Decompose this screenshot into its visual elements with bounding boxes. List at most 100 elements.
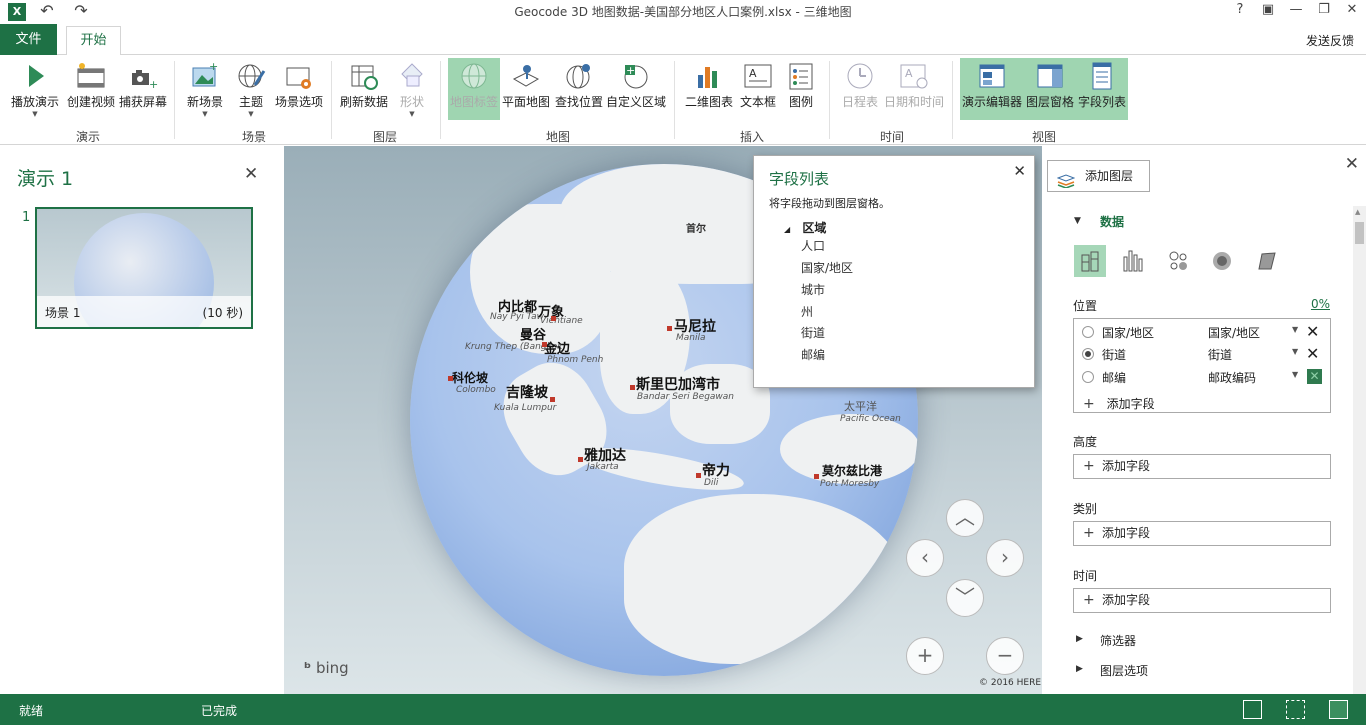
dropdown-arrow-icon[interactable]: ▼ <box>1292 325 1298 334</box>
clustered-column-icon[interactable] <box>1118 245 1150 277</box>
expand-triangle-icon[interactable]: ▼ <box>1074 216 1081 226</box>
theme-button[interactable]: 主题 ▼ <box>232 58 270 120</box>
location-type-select[interactable]: 国家/地区 <box>1208 324 1260 341</box>
new-scene-icon: + <box>190 60 220 91</box>
expand-triangle-icon[interactable]: ▶ <box>1076 664 1083 674</box>
tab-file[interactable]: 文件 <box>0 24 57 55</box>
camera-icon: + <box>128 61 158 91</box>
zoom-in-button[interactable]: + <box>906 637 944 675</box>
timeline-button[interactable]: 日程表 <box>840 58 880 120</box>
map-labels-button[interactable]: 地图标签 <box>448 58 500 120</box>
date-time-button[interactable]: A 日期和时间 <box>884 58 944 120</box>
flat-map-button[interactable]: 平面地图 <box>500 58 552 120</box>
city-marker <box>448 376 453 381</box>
scene-thumbnail[interactable]: 场景 1 (10 秒) <box>35 207 253 329</box>
fullscreen-button[interactable]: ▣ <box>1257 2 1279 22</box>
layer-view-icon[interactable] <box>1243 700 1262 719</box>
layer-pane-button[interactable]: 图层窗格 <box>1024 58 1076 120</box>
add-time-field[interactable]: + 添加字段 <box>1073 588 1331 613</box>
add-layer-button[interactable]: 添加图层 <box>1047 160 1150 192</box>
group-label-map: 地图 <box>545 130 570 144</box>
play-tour-button[interactable]: 播放演示 ▼ <box>8 58 62 120</box>
tour-title: 演示 1 <box>17 168 74 190</box>
location-radio[interactable] <box>1082 348 1094 360</box>
shapes-button[interactable]: 形状 ▼ <box>394 58 430 120</box>
tilt-up-button[interactable]: ︿ <box>946 499 984 537</box>
location-row[interactable]: 国家/地区 国家/地区 ▼ ✕ <box>1074 321 1330 343</box>
layer-pane: ✕ 添加图层 ▲ ▼ 数据 位置 0% 国家/地区 国家/地区 ▼ ✕ 街道 街… <box>1042 146 1366 694</box>
close-window-button[interactable]: ✕ <box>1341 2 1363 22</box>
add-height-field[interactable]: + 添加字段 <box>1073 454 1331 479</box>
restore-button[interactable]: ❐ <box>1313 2 1335 22</box>
rotate-right-button[interactable]: › <box>986 539 1024 577</box>
fullscreen-icon[interactable] <box>1329 700 1348 719</box>
category-label: 类别 <box>1073 502 1098 516</box>
refresh-icon <box>349 61 379 91</box>
location-radio[interactable] <box>1082 371 1094 383</box>
feedback-button[interactable]: 发送反馈 <box>1306 32 1354 49</box>
group-separator <box>952 61 953 139</box>
remove-field-icon[interactable]: ✕ <box>1306 322 1319 341</box>
layer-pane-scrollbar[interactable]: ▲ <box>1353 206 1366 694</box>
create-video-button[interactable]: 创建视频 <box>64 58 118 120</box>
close-icon[interactable]: ✕ <box>1013 162 1026 180</box>
status-ready: 就绪 <box>19 704 44 718</box>
zoom-out-button[interactable]: − <box>986 637 1024 675</box>
region-icon[interactable] <box>1250 245 1282 277</box>
field-item[interactable]: 城市 <box>801 281 825 298</box>
dropdown-arrow-icon[interactable]: ▼ <box>1292 370 1298 379</box>
dropdown-arrow-icon[interactable]: ▼ <box>1292 347 1298 356</box>
field-item[interactable]: 国家/地区 <box>801 259 853 276</box>
dropdown-arrow-icon: ▼ <box>202 110 208 118</box>
city-marker <box>550 397 555 402</box>
custom-region-button[interactable]: + 自定义区域 <box>605 58 667 120</box>
remove-field-icon[interactable]: ✕ <box>1306 344 1319 363</box>
scene-duration: (10 秒) <box>202 306 243 320</box>
rotate-left-button[interactable]: ‹ <box>906 539 944 577</box>
tab-home[interactable]: 开始 <box>66 26 121 56</box>
screen-fit-icon[interactable] <box>1286 700 1305 719</box>
data-section-title[interactable]: 数据 <box>1100 213 1124 230</box>
svg-text:A: A <box>749 67 757 80</box>
field-item[interactable]: 州 <box>801 303 813 320</box>
field-item[interactable]: 邮编 <box>801 346 825 363</box>
close-icon[interactable]: ✕ <box>244 164 258 184</box>
new-scene-button[interactable]: + 新场景 ▼ <box>182 58 228 120</box>
add-location-field[interactable]: + 添加字段 <box>1083 395 1155 412</box>
scroll-thumb[interactable] <box>1355 222 1364 244</box>
location-row[interactable]: 邮编 邮政编码 ▼ ✕ <box>1074 366 1330 388</box>
stacked-column-icon[interactable] <box>1074 245 1106 277</box>
bing-icon: ᵇ <box>304 659 312 677</box>
textbox-button[interactable]: A 文本框 <box>738 58 778 120</box>
field-list-button[interactable]: 字段列表 <box>1076 58 1128 120</box>
2d-chart-button[interactable]: 二维图表 <box>683 58 735 120</box>
scroll-up-icon[interactable]: ▲ <box>1355 208 1360 216</box>
location-type-select[interactable]: 街道 <box>1208 346 1232 363</box>
field-item[interactable]: 人口 <box>801 237 825 254</box>
legend-button[interactable]: 图例 <box>784 58 818 120</box>
expand-triangle-icon[interactable]: ▶ <box>1076 634 1083 644</box>
tour-editor-button[interactable]: 演示编辑器 <box>960 58 1024 120</box>
location-type-select[interactable]: 邮政编码 <box>1208 369 1256 386</box>
field-group-region[interactable]: ◢ 区域 <box>784 219 826 236</box>
refresh-data-button[interactable]: 刷新数据 <box>338 58 390 120</box>
close-icon[interactable]: ✕ <box>1345 154 1359 174</box>
add-category-field[interactable]: + 添加字段 <box>1073 521 1331 546</box>
legend-icon <box>786 61 816 91</box>
location-row[interactable]: 街道 街道 ▼ ✕ <box>1074 343 1330 365</box>
scene-options-button[interactable]: 场景选项 <box>272 58 326 120</box>
layer-options-section[interactable]: 图层选项 <box>1100 662 1148 679</box>
capture-screen-button[interactable]: + 捕获屏幕 <box>117 58 169 120</box>
minimize-button[interactable]: — <box>1285 2 1307 22</box>
help-button[interactable]: ? <box>1229 2 1251 22</box>
remove-field-icon[interactable]: ✕ <box>1307 369 1322 384</box>
tilt-down-button[interactable]: ﹀ <box>946 579 984 617</box>
bubble-icon[interactable] <box>1162 245 1194 277</box>
field-item[interactable]: 街道 <box>801 324 825 341</box>
dropdown-arrow-icon: ▼ <box>409 110 415 118</box>
location-match-percent[interactable]: 0% <box>1311 297 1330 311</box>
heatmap-icon[interactable] <box>1206 245 1238 277</box>
find-location-button[interactable]: 查找位置 <box>553 58 605 120</box>
location-radio[interactable] <box>1082 326 1094 338</box>
filters-section[interactable]: 筛选器 <box>1100 632 1136 649</box>
